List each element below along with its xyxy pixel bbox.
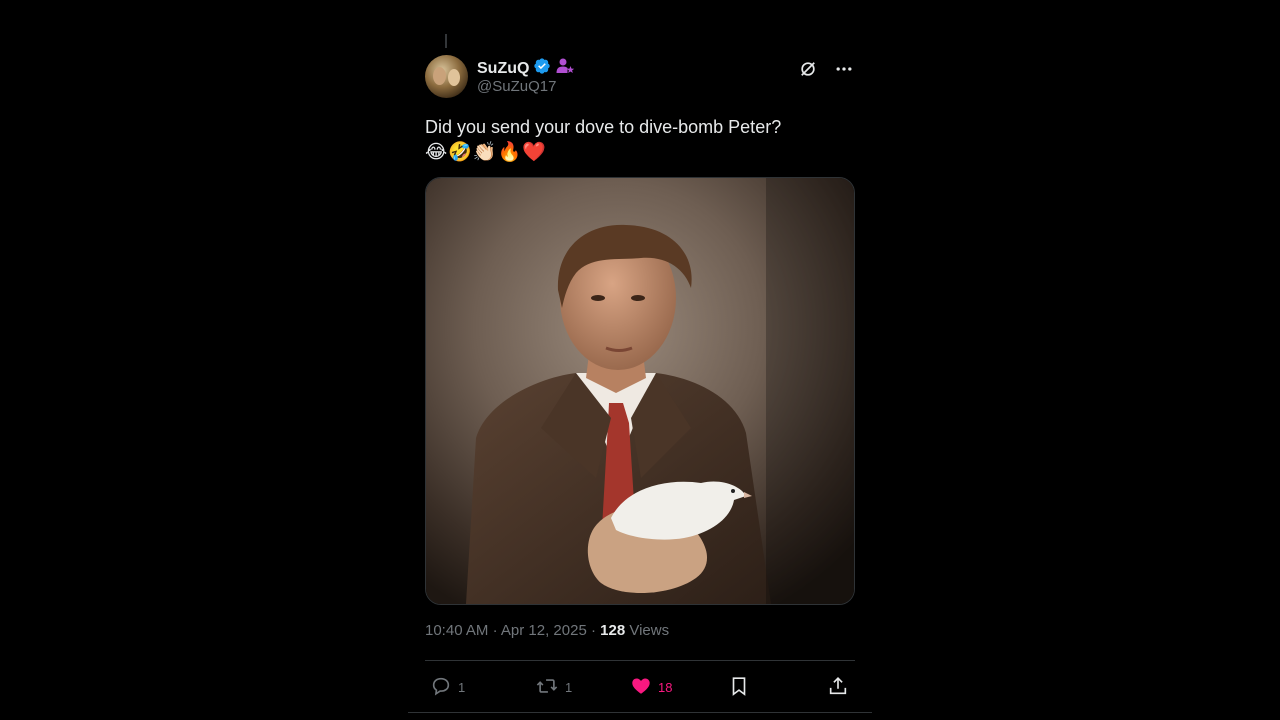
share-icon (827, 675, 849, 700)
author-display-name[interactable]: SuZuQ (477, 60, 529, 78)
grok-icon[interactable] (798, 59, 818, 79)
tweet-text-body: Did you send your dove to dive-bomb Pete… (425, 117, 782, 137)
emoji-fire: 🔥 (497, 142, 522, 163)
meta-separator: · (492, 622, 498, 639)
tweet-text: Did you send your dove to dive-bomb Pete… (425, 115, 855, 165)
reply-count: 1 (458, 679, 466, 695)
meta-separator: · (590, 622, 596, 639)
tweet-time[interactable]: 10:40 AM (425, 622, 488, 639)
like-button[interactable]: 18 (630, 672, 672, 702)
repost-count: 1 (565, 679, 573, 695)
views-label: Views (629, 622, 670, 639)
actions-divider (425, 660, 855, 661)
tweet-emoji-row: 😂 🤣 👏🏻 🔥 ❤️ (425, 141, 855, 165)
tweet-date[interactable]: Apr 12, 2025 (501, 622, 587, 639)
heart-filled-icon (630, 675, 652, 700)
like-count: 18 (658, 679, 673, 695)
emoji-tears-of-joy: 😂 (425, 142, 448, 163)
tweet-top-actions (798, 59, 854, 79)
reply-button[interactable]: 1 (430, 672, 465, 702)
tweet: SuZuQ @SuZuQ17 Did you send your dove to… (408, 0, 872, 713)
tweet-meta: 10:40 AM · Apr 12, 2025 · 128 Views (425, 622, 669, 639)
tweet-action-bar: 1 1 18 (425, 672, 855, 702)
reply-icon (430, 675, 452, 700)
bookmark-button[interactable] (728, 672, 750, 702)
author-handle[interactable]: @SuZuQ17 (477, 78, 556, 95)
bookmark-icon (728, 675, 750, 700)
repost-button[interactable]: 1 (535, 672, 572, 702)
share-button[interactable] (827, 672, 849, 702)
repost-icon (535, 675, 559, 700)
emoji-red-heart: ❤️ (522, 142, 546, 163)
emoji-rofl: 🤣 (448, 142, 472, 163)
affiliate-person-star-icon (555, 56, 575, 81)
emoji-clapping-hands: 👏🏻 (472, 142, 497, 163)
more-options-icon[interactable] (834, 59, 854, 79)
verified-badge-icon (533, 57, 551, 80)
avatar[interactable] (425, 55, 468, 98)
tweet-media-image[interactable] (425, 177, 855, 605)
views-count[interactable]: 128 (600, 622, 625, 639)
